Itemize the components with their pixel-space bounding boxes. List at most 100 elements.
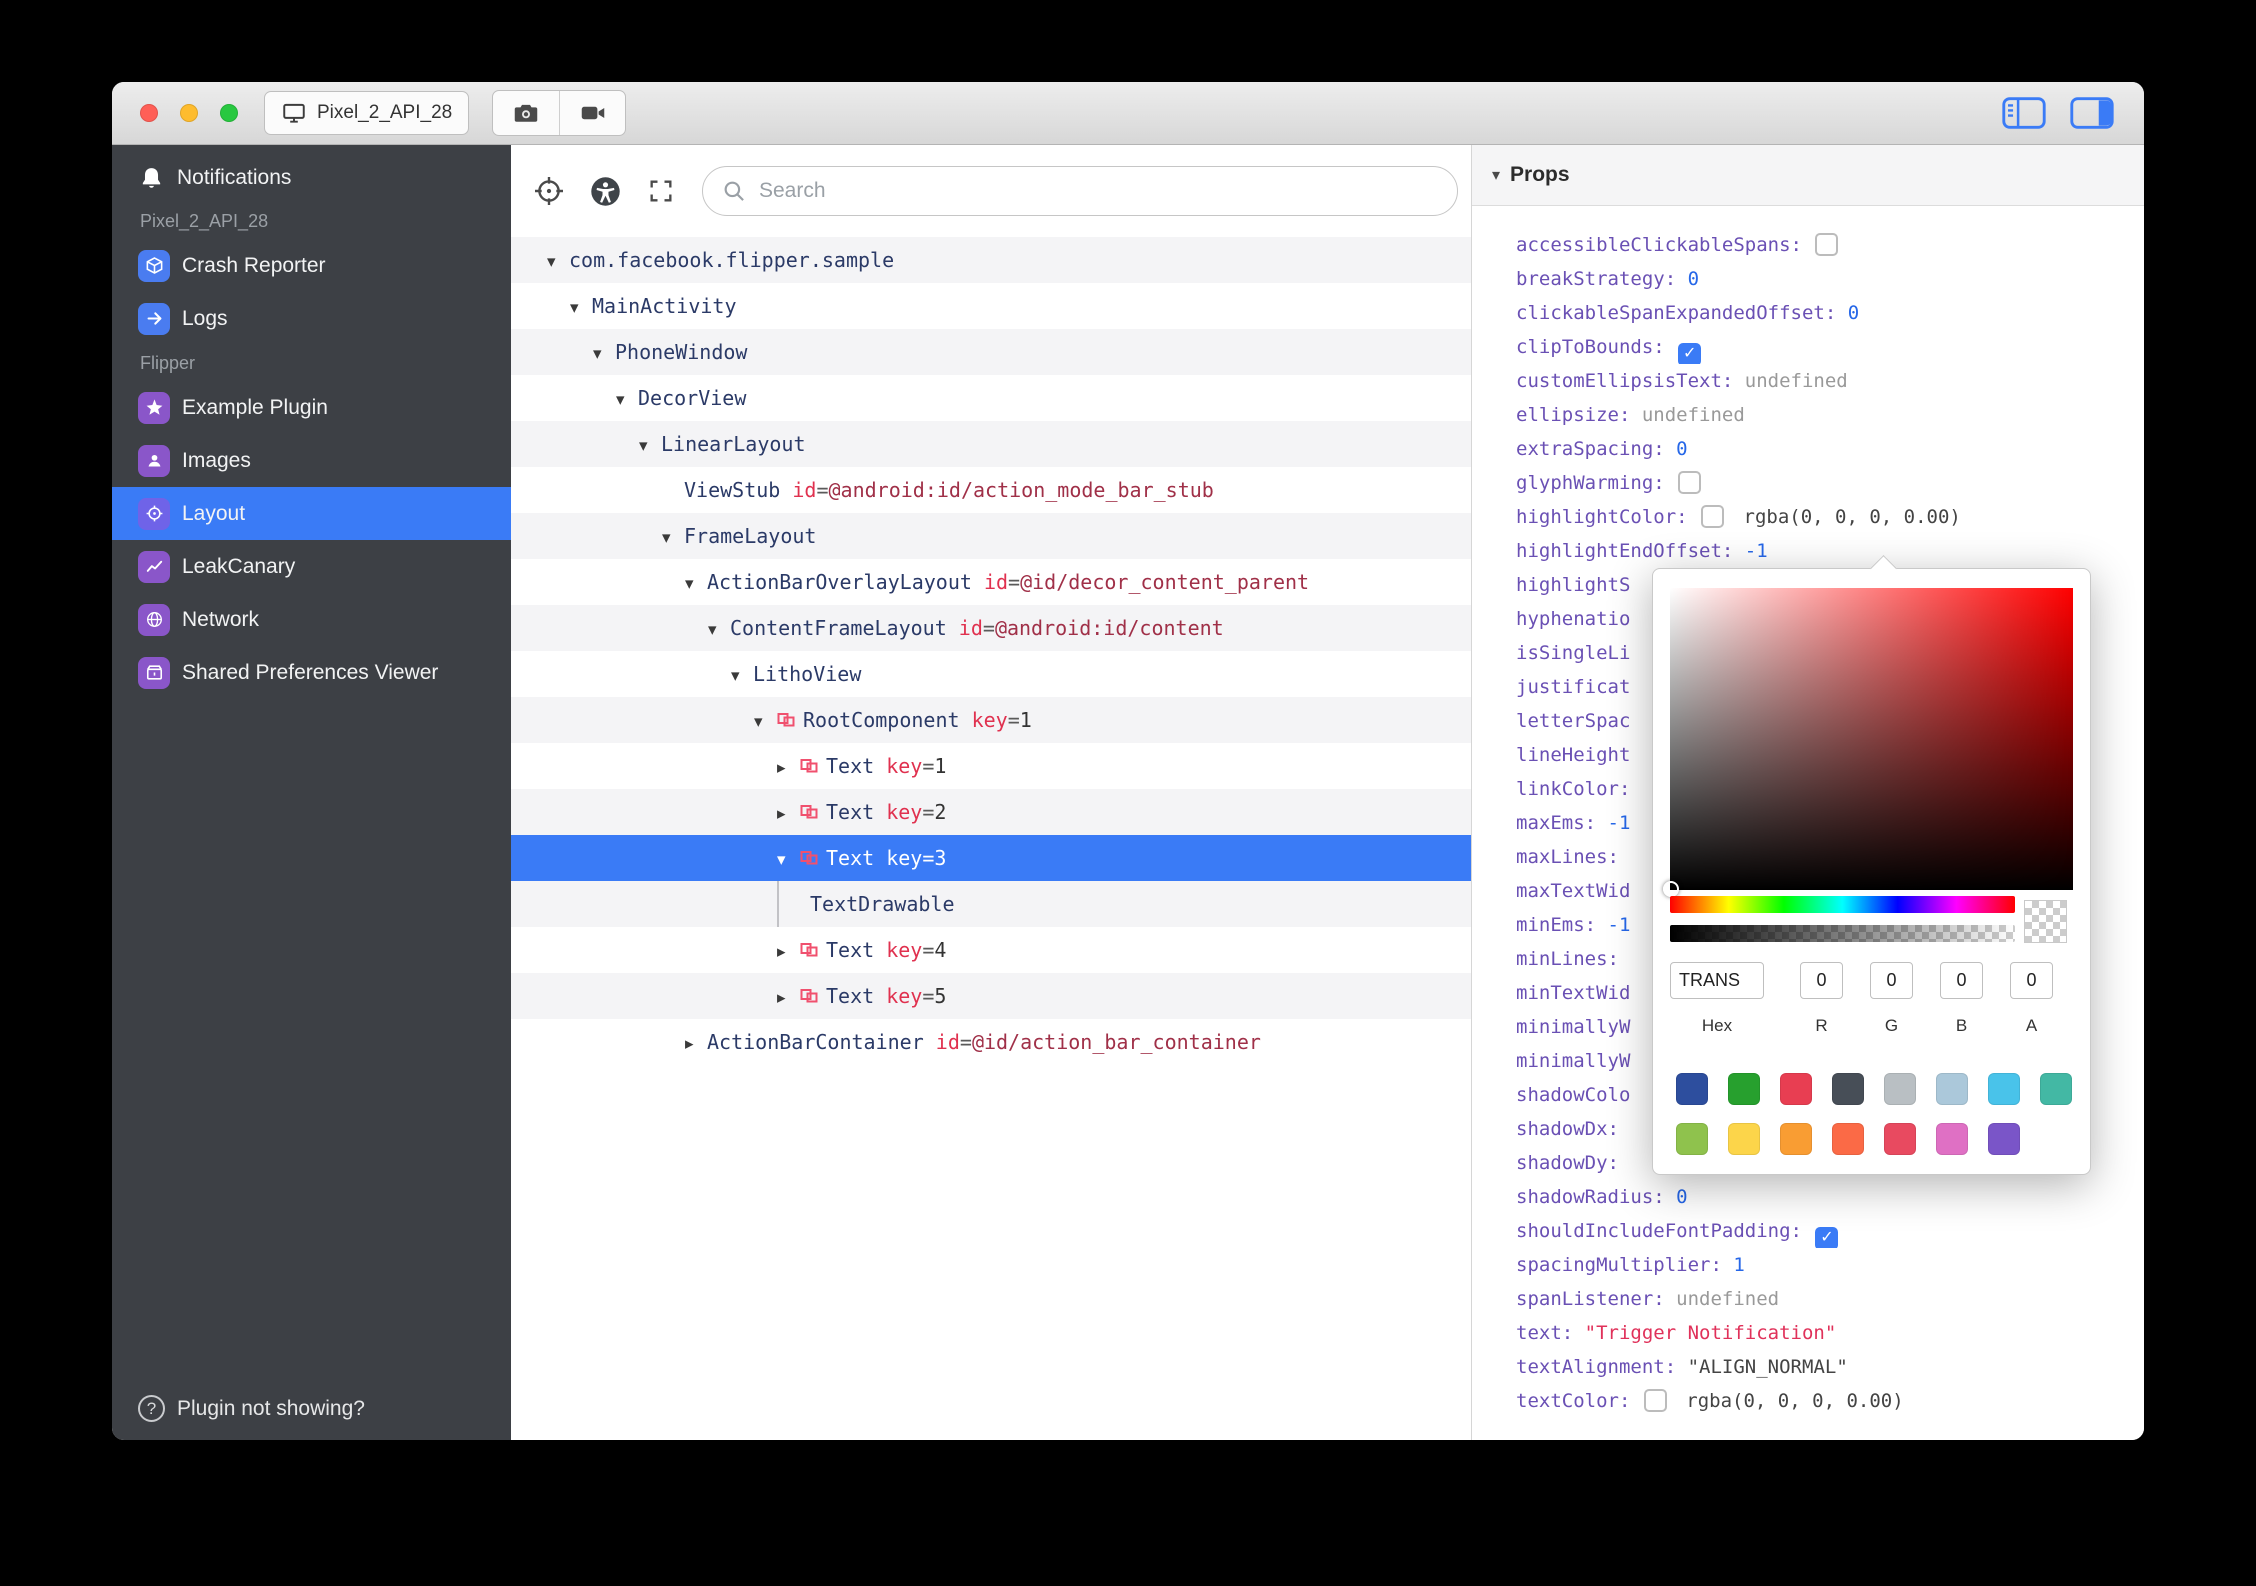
chevron-down-icon[interactable]: ▾ — [547, 239, 569, 283]
prop-checkbox[interactable] — [1815, 233, 1839, 256]
close-button[interactable] — [140, 104, 158, 122]
chevron-down-icon[interactable]: ▾ — [593, 331, 615, 375]
prop-value[interactable]: 0 — [1848, 302, 1859, 324]
saturation-picker[interactable] — [1663, 588, 2073, 897]
saturation-knob[interactable] — [1663, 881, 1679, 897]
prop-value[interactable]: "ALIGN_NORMAL" — [1688, 1356, 1848, 1378]
prop-name: text: — [1516, 1322, 1574, 1344]
sidebar-item-example-plugin[interactable]: Example Plugin — [112, 381, 511, 434]
color-swatch[interactable] — [1780, 1073, 1812, 1105]
alpha-slider[interactable] — [1670, 925, 2015, 942]
tree-node-actionbaroverlaylayout-id-decor-content-parent[interactable]: ▾ ActionBarOverlayLayout id=@id/decor_con… — [511, 559, 1471, 605]
prop-value[interactable]: -1 — [1608, 812, 1631, 834]
hue-slider[interactable] — [1670, 896, 2015, 913]
tree-node-text-5[interactable]: ▸ Text key=5 — [511, 973, 1471, 1019]
tree-node-text-2[interactable]: ▸ Text key=2 — [511, 789, 1471, 835]
chevron-down-icon[interactable]: ▾ — [570, 285, 592, 329]
accessibility-mode-button[interactable] — [577, 163, 633, 219]
color-swatch[interactable] — [1884, 1123, 1916, 1155]
alpha-input[interactable] — [2010, 962, 2053, 999]
color-swatch[interactable] — [1780, 1123, 1812, 1155]
chevron-down-icon[interactable]: ▾ — [639, 423, 661, 467]
blue-input[interactable] — [1940, 962, 1983, 999]
tree-node-textdrawable[interactable]: TextDrawable — [511, 881, 1471, 927]
chevron-right-icon[interactable]: ▸ — [777, 791, 799, 835]
prop-value[interactable]: 0 — [1676, 1186, 1687, 1208]
screen-record-button[interactable] — [559, 91, 625, 135]
toggle-right-panel-button[interactable] — [2070, 97, 2114, 129]
tree-node-linearlayout[interactable]: ▾ LinearLayout — [511, 421, 1471, 467]
hex-input[interactable] — [1670, 962, 1764, 999]
sidebar-item-network[interactable]: Network — [112, 593, 511, 646]
color-swatch[interactable] — [1832, 1123, 1864, 1155]
screenshot-button[interactable] — [493, 91, 559, 135]
prop-color-value[interactable]: rgba(0, 0, 0, 0.00) — [1744, 506, 1961, 528]
toggle-left-panel-button[interactable] — [2002, 97, 2046, 129]
tree-node-com-facebook-flipper-sample[interactable]: ▾ com.facebook.flipper.sample — [511, 237, 1471, 283]
chevron-down-icon[interactable]: ▾ — [754, 699, 776, 743]
prop-checkbox[interactable]: ✓ — [1678, 343, 1702, 364]
color-swatch[interactable] — [2040, 1073, 2072, 1105]
color-swatch[interactable] — [1676, 1123, 1708, 1155]
tree-node-rootcomponent-1[interactable]: ▾ RootComponent key=1 — [511, 697, 1471, 743]
tree-node-contentframelayout-android-id-content[interactable]: ▾ ContentFrameLayout id=@android:id/conte… — [511, 605, 1471, 651]
color-swatch[interactable] — [1728, 1123, 1760, 1155]
sidebar-item-images[interactable]: Images — [112, 434, 511, 487]
color-swatch[interactable] — [1936, 1123, 1968, 1155]
target-mode-button[interactable] — [521, 163, 577, 219]
chevron-down-icon[interactable]: ▾ — [731, 653, 753, 697]
chevron-down-icon[interactable]: ▾ — [662, 515, 684, 559]
sidebar-item-notifications[interactable]: Notifications — [112, 153, 511, 203]
tree-node-text-4[interactable]: ▸ Text key=4 — [511, 927, 1471, 973]
prop-value[interactable]: "Trigger Notification" — [1585, 1322, 1837, 1344]
minimize-button[interactable] — [180, 104, 198, 122]
fullscreen-button[interactable] — [220, 104, 238, 122]
color-swatch[interactable] — [1728, 1073, 1760, 1105]
color-swatch[interactable] — [1988, 1123, 2020, 1155]
sidebar-item-crash-reporter[interactable]: Crash Reporter — [112, 239, 511, 292]
prop-value[interactable]: -1 — [1608, 914, 1631, 936]
green-input[interactable] — [1870, 962, 1913, 999]
prop-color-value[interactable]: rgba(0, 0, 0, 0.00) — [1686, 1390, 1903, 1412]
chevron-down-icon[interactable]: ▾ — [1492, 165, 1500, 185]
tree-node-actionbarcontainer-id-action-bar-container[interactable]: ▸ ActionBarContainer id=@id/action_bar_co… — [511, 1019, 1471, 1065]
color-swatch[interactable] — [1936, 1073, 1968, 1105]
sidebar-item-leakcanary[interactable]: LeakCanary — [112, 540, 511, 593]
chevron-down-icon[interactable]: ▾ — [777, 837, 799, 881]
prop-checkbox[interactable]: ✓ — [1815, 1227, 1839, 1248]
sidebar-item-logs[interactable]: Logs — [112, 292, 511, 345]
chevron-down-icon[interactable]: ▾ — [708, 607, 730, 651]
plugin-not-showing-link[interactable]: ? Plugin not showing? — [138, 1395, 365, 1422]
chevron-right-icon[interactable]: ▸ — [777, 745, 799, 789]
chevron-right-icon[interactable]: ▸ — [685, 1021, 707, 1065]
tree-node-lithoview[interactable]: ▾ LithoView — [511, 651, 1471, 697]
prop-value[interactable]: -1 — [1745, 540, 1768, 562]
prop-checkbox[interactable] — [1701, 505, 1725, 528]
tree-node-viewstub-android-id-action-mode-bar-stub[interactable]: ViewStub id=@android:id/action_mode_bar_… — [511, 467, 1471, 513]
tree-node-mainactivity[interactable]: ▾ MainActivity — [511, 283, 1471, 329]
sidebar-item-layout[interactable]: Layout — [112, 487, 511, 540]
red-input[interactable] — [1800, 962, 1843, 999]
prop-value[interactable]: 1 — [1733, 1254, 1744, 1276]
tree-node-text-3[interactable]: ▾ Text key=3 — [511, 835, 1471, 881]
prop-checkbox[interactable] — [1643, 1389, 1667, 1412]
color-swatch[interactable] — [1884, 1073, 1916, 1105]
chevron-down-icon[interactable]: ▾ — [685, 561, 707, 605]
tree-node-decorview[interactable]: ▾ DecorView — [511, 375, 1471, 421]
device-selector-button[interactable]: Pixel_2_API_28 — [264, 91, 470, 135]
chevron-right-icon[interactable]: ▸ — [777, 975, 799, 1019]
tree-node-text-1[interactable]: ▸ Text key=1 — [511, 743, 1471, 789]
color-swatch[interactable] — [1988, 1073, 2020, 1105]
chevron-down-icon[interactable]: ▾ — [616, 377, 638, 421]
color-swatch[interactable] — [1832, 1073, 1864, 1105]
expand-all-button[interactable] — [633, 163, 689, 219]
sidebar-item-shared-preferences-viewer[interactable]: Shared Preferences Viewer — [112, 646, 511, 699]
prop-value[interactable]: 0 — [1688, 268, 1699, 290]
chevron-right-icon[interactable]: ▸ — [777, 929, 799, 973]
prop-checkbox[interactable] — [1678, 471, 1702, 494]
tree-node-phonewindow[interactable]: ▾ PhoneWindow — [511, 329, 1471, 375]
tree-node-framelayout[interactable]: ▾ FrameLayout — [511, 513, 1471, 559]
search-input[interactable] — [757, 178, 1439, 204]
color-swatch[interactable] — [1676, 1073, 1708, 1105]
prop-value[interactable]: 0 — [1676, 438, 1687, 460]
